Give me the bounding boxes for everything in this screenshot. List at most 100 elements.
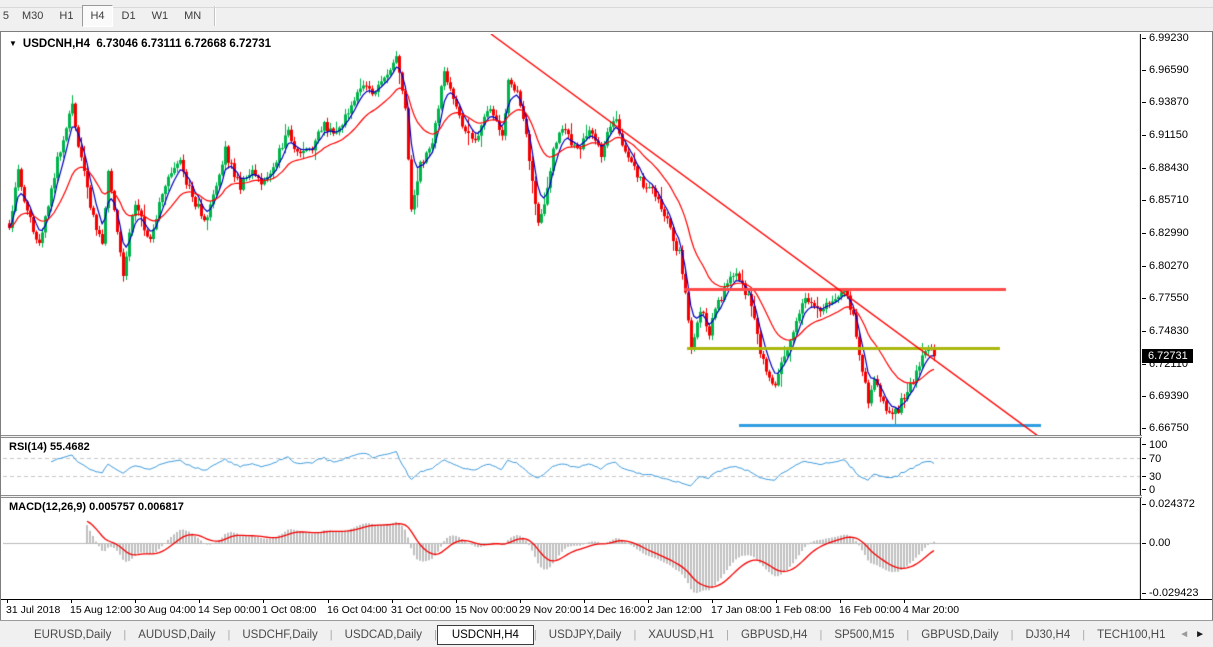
timeframe-button-m30[interactable]: M30	[15, 6, 50, 26]
chart-window: ▼ USDCNH,H4 6.73046 6.73111 6.72668 6.727…	[0, 31, 1213, 621]
time-axis-tick	[328, 600, 329, 603]
price-axis-tick	[1142, 38, 1146, 39]
chart-tab-xauusd-h1[interactable]: XAUUSD,H1	[636, 626, 726, 644]
chart-tab-audusd-daily[interactable]: AUDUSD,Daily	[126, 626, 227, 644]
time-axis-label: 14 Sep 00:00	[198, 604, 260, 616]
price-axis-tick	[1142, 298, 1146, 299]
macd-axis-tick	[1142, 543, 1146, 544]
time-axis-tick	[584, 600, 585, 603]
chart-tabs-bar: EURUSD,Daily|AUDUSD,Daily|USDCHF,Daily|U…	[0, 620, 1213, 647]
macd-axis-label: 0.024372	[1149, 498, 1195, 510]
price-axis-tick	[1142, 428, 1146, 429]
price-axis-tick	[1142, 70, 1146, 71]
mt4-window: 5M30H1H4D1W1MN ▼ USDCNH,H4 6.73046 6.7311…	[0, 0, 1213, 647]
time-axis-label: 16 Feb 00:00	[839, 604, 901, 616]
price-axis-tick	[1142, 168, 1146, 169]
price-axis-tick	[1142, 266, 1146, 267]
timeframe-button-5[interactable]: 5	[1, 6, 13, 26]
chart-tab-sp500-m15[interactable]: SP500,M15	[822, 626, 906, 644]
price-axis-label: 6.82990	[1149, 227, 1189, 239]
macd-axis-label: -0.029423	[1149, 587, 1199, 599]
rsi-axis-tick	[1142, 476, 1146, 477]
price-axis: 6.992306.965906.938706.911506.884306.857…	[1142, 32, 1212, 599]
current-price-tag: 6.72731	[1142, 349, 1193, 363]
macd-axis-tick	[1142, 504, 1146, 505]
chart-tab-tech100-h1[interactable]: TECH100,H1	[1085, 626, 1175, 644]
price-axis-label: 6.91150	[1149, 129, 1188, 141]
macd-panel-canvas[interactable]	[3, 498, 1141, 599]
price-axis-label: 6.96590	[1149, 64, 1189, 76]
price-axis-label: 6.93870	[1149, 96, 1189, 108]
price-axis-label: 6.69390	[1149, 390, 1189, 402]
chart-symbol-label: USDCNH,H4	[23, 38, 90, 50]
chart-ohlc-values: 6.73046 6.73111 6.72668 6.72731	[96, 38, 271, 50]
chart-tab-dj30-h4[interactable]: DJ30,H4	[1013, 626, 1082, 644]
rsi-axis-label: 0	[1149, 484, 1155, 496]
time-axis-tick	[135, 600, 136, 603]
chart-tab-usdcnh-h4[interactable]: USDCNH,H4	[437, 625, 534, 645]
time-axis-label: 30 Aug 04:00	[134, 604, 196, 616]
time-axis-label: 15 Nov 00:00	[455, 604, 517, 616]
price-axis-tick	[1142, 331, 1146, 332]
tab-scroll-left-icon[interactable]: ◄	[1179, 630, 1189, 640]
chart-tab-eurusd-daily[interactable]: EURUSD,Daily	[22, 626, 123, 644]
timeframe-button-h4[interactable]: H4	[82, 5, 112, 27]
tab-scroll-right-icon[interactable]: ►	[1195, 630, 1205, 640]
macd-label: MACD(12,26,9) 0.005757 0.006817	[9, 501, 184, 513]
chart-quote-line: ▼ USDCNH,H4 6.73046 6.73111 6.72668 6.727…	[9, 38, 271, 50]
timeframe-button-w1[interactable]: W1	[145, 6, 176, 26]
time-axis-label: 29 Nov 20:00	[519, 604, 581, 616]
chart-tab-usdcad-daily[interactable]: USDCAD,Daily	[333, 626, 434, 644]
time-axis-tick	[199, 600, 200, 603]
price-axis-label: 6.74830	[1149, 325, 1189, 337]
toolbar-separator	[214, 6, 216, 26]
time-axis-tick	[7, 600, 8, 603]
chart-tab-usdchf-daily[interactable]: USDCHF,Daily	[230, 626, 329, 644]
chart-tab-gbpusd-h4[interactable]: GBPUSD,H4	[729, 626, 819, 644]
time-axis-tick	[71, 600, 72, 603]
macd-axis-tick	[1142, 593, 1146, 594]
tab-scroll-arrows: ◄ ►	[1175, 630, 1213, 640]
price-axis-label: 6.80270	[1149, 260, 1189, 272]
rsi-axis-label: 70	[1149, 453, 1161, 465]
price-axis-tick	[1142, 200, 1146, 201]
rsi-axis-tick	[1142, 444, 1146, 445]
time-axis-tick	[648, 600, 649, 603]
rsi-axis-tick	[1142, 458, 1146, 459]
time-axis-label: 16 Oct 04:00	[327, 604, 387, 616]
chart-tabs: EURUSD,Daily|AUDUSD,Daily|USDCHF,Daily|U…	[0, 621, 1175, 647]
timeframe-toolbar: 5M30H1H4D1W1MN	[0, 0, 1213, 31]
price-axis-label: 6.85710	[1149, 194, 1189, 206]
time-axis-tick	[904, 600, 905, 603]
time-axis-label: 15 Aug 12:00	[70, 604, 132, 616]
rsi-axis-tick	[1142, 489, 1146, 490]
time-axis-tick	[263, 600, 264, 603]
price-axis-tick	[1142, 233, 1146, 234]
chart-tab-usdjpy-daily[interactable]: USDJPY,Daily	[537, 626, 634, 644]
time-axis-tick	[840, 600, 841, 603]
time-axis-label: 17 Jan 08:00	[711, 604, 772, 616]
symbol-dropdown-arrow-icon[interactable]: ▼	[9, 39, 17, 48]
rsi-label: RSI(14) 55.4682	[9, 441, 90, 453]
time-axis-label: 2 Jan 12:00	[647, 604, 702, 616]
price-axis-label: 6.66750	[1149, 422, 1189, 434]
time-axis-label: 1 Oct 08:00	[262, 604, 316, 616]
time-axis-tick	[392, 600, 393, 603]
time-axis-tick	[776, 600, 777, 603]
rsi-panel-canvas[interactable]	[3, 438, 1141, 495]
time-axis: 31 Jul 2018 15 Aug 12:0030 Aug 04:0014 Se…	[1, 599, 1212, 621]
price-axis-label: 6.99230	[1149, 32, 1189, 44]
time-axis-label: 31 Jul 2018	[6, 604, 60, 616]
chart-tab-gbpusd-daily[interactable]: GBPUSD,Daily	[909, 626, 1010, 644]
timeframe-button-h1[interactable]: H1	[52, 6, 80, 26]
macd-axis-label: 0.00	[1149, 537, 1170, 549]
time-axis-tick	[456, 600, 457, 603]
timeframe-button-mn[interactable]: MN	[177, 6, 208, 26]
price-axis-tick	[1142, 135, 1146, 136]
price-axis-tick	[1142, 396, 1146, 397]
rsi-axis-label: 30	[1149, 471, 1161, 483]
price-chart-canvas[interactable]	[3, 34, 1141, 435]
price-axis-label: 6.77550	[1149, 292, 1189, 304]
price-axis-tick	[1142, 364, 1146, 365]
timeframe-button-d1[interactable]: D1	[115, 6, 143, 26]
